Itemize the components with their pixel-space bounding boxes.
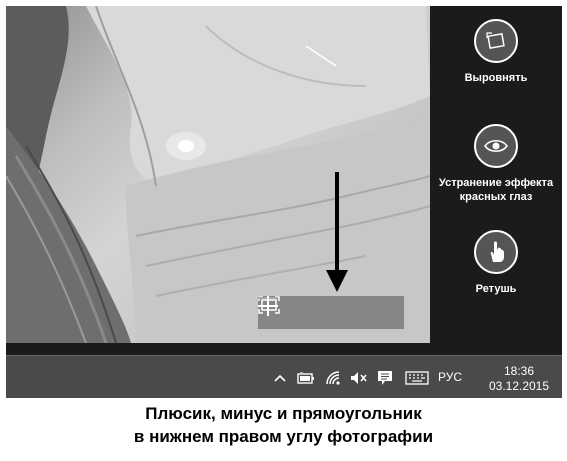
volume-tray-button[interactable] — [347, 356, 371, 398]
volume-muted-icon — [351, 371, 367, 384]
viewer-bottom-strip — [6, 343, 562, 355]
clock-time: 18:36 — [503, 364, 535, 378]
caption-line-2: в нижнем правом углу фотографии — [133, 427, 434, 446]
caption-line-1: Плюсик, минус и прямоугольник — [145, 404, 422, 423]
battery-tray-button[interactable] — [295, 356, 317, 398]
straighten-icon — [474, 19, 518, 63]
taskbar-clock[interactable]: 18:36 03.12.2015 — [480, 364, 558, 394]
input-language-indicator[interactable]: РУС — [438, 370, 462, 384]
touch-keyboard-button[interactable] — [402, 356, 432, 398]
figure-caption: Плюсик, минус и прямоугольник в нижнем п… — [0, 402, 567, 448]
action-center-button[interactable] — [373, 356, 397, 398]
chevron-up-icon — [274, 374, 286, 382]
show-hidden-icons-button[interactable] — [270, 356, 290, 398]
straighten-tool[interactable]: Выровнять — [430, 19, 562, 85]
red-eye-tool[interactable]: Устранение эффекта красных глаз — [430, 124, 562, 204]
screen: Выровнять Устранение эффекта красных гла… — [6, 6, 562, 398]
zoom-in-icon — [258, 296, 278, 316]
photo-view[interactable] — [6, 6, 430, 343]
clock-date: 03.12.2015 — [488, 379, 550, 393]
photo-rock-image — [6, 6, 430, 343]
red-eye-label: Устранение эффекта красных глаз — [438, 177, 554, 203]
network-tray-button[interactable] — [322, 356, 344, 398]
retouch-tool[interactable]: Ретушь — [430, 230, 562, 296]
zoom-controls — [258, 296, 404, 329]
zoom-out-button[interactable] — [258, 296, 354, 329]
straighten-label: Выровнять — [464, 72, 528, 84]
battery-icon — [297, 371, 314, 384]
retouch-label: Ретушь — [475, 283, 517, 295]
taskbar: РУС 18:36 03.12.2015 — [6, 355, 562, 398]
keyboard-icon — [405, 370, 429, 385]
notification-icon — [378, 370, 392, 385]
touch-hand-icon — [474, 230, 518, 274]
wifi-icon — [326, 370, 340, 385]
edit-panel: Выровнять Устранение эффекта красных гла… — [430, 6, 562, 343]
eye-icon — [474, 124, 518, 168]
zoom-in-button[interactable] — [258, 296, 402, 329]
